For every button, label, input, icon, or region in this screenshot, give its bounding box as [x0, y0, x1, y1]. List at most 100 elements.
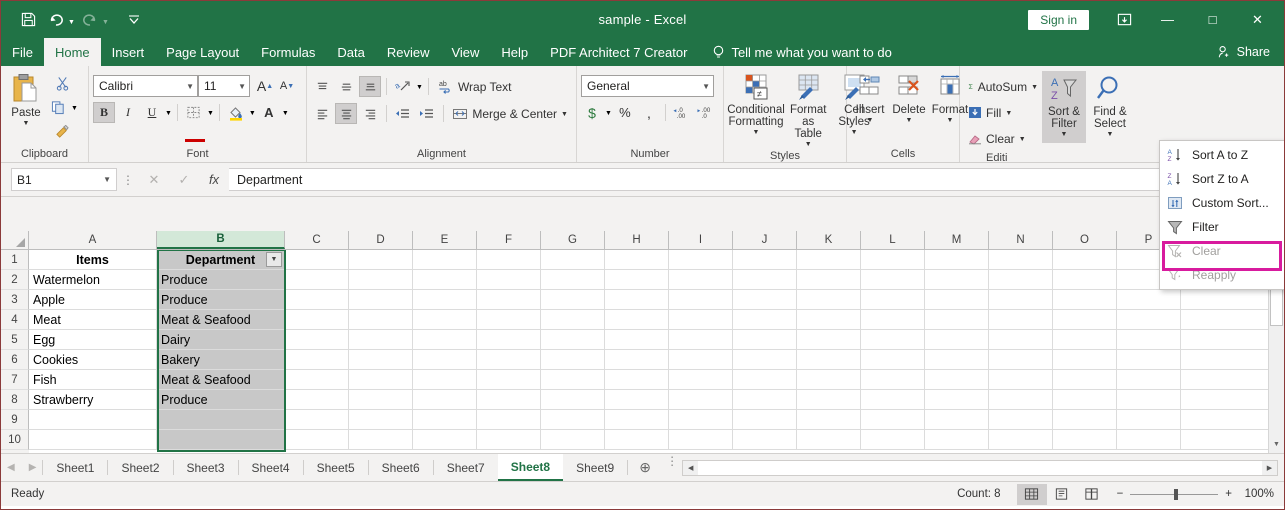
cell-A5[interactable]: Egg — [29, 330, 157, 349]
cell-K7[interactable] — [797, 370, 861, 389]
cell-H1[interactable] — [605, 250, 669, 269]
sheet-tab-sheet3[interactable]: Sheet3 — [174, 454, 238, 481]
cell-G4[interactable] — [541, 310, 605, 329]
confirm-entry-button[interactable]: ✓ — [169, 168, 199, 191]
borders-dropdown-caret[interactable]: ▼ — [207, 110, 214, 117]
cell-C1[interactable] — [285, 250, 349, 269]
clear-button[interactable]: Clear ▼ — [964, 127, 1042, 150]
cell-F8[interactable] — [477, 390, 541, 409]
row-header-6[interactable]: 6 — [1, 350, 29, 370]
cell-H7[interactable] — [605, 370, 669, 389]
merge-center-button[interactable]: Merge & Center ▼ — [448, 102, 572, 125]
cell-I9[interactable] — [669, 410, 733, 429]
cell-K8[interactable] — [797, 390, 861, 409]
cell-N3[interactable] — [989, 290, 1053, 309]
cell-I7[interactable] — [669, 370, 733, 389]
cell-H10[interactable] — [605, 430, 669, 449]
tab-insert[interactable]: Insert — [101, 38, 156, 66]
cell-B8[interactable]: Produce — [157, 390, 285, 409]
horizontal-scrollbar[interactable]: ◀ ▶ — [682, 459, 1278, 476]
share-button[interactable]: Share — [1217, 38, 1284, 66]
cell-E3[interactable] — [413, 290, 477, 309]
next-sheet-arrow-icon[interactable]: ▶ — [29, 462, 37, 473]
column-header-L[interactable]: L — [861, 231, 925, 249]
zoom-control[interactable]: − + — [1107, 488, 1242, 500]
percent-style-button[interactable]: % — [614, 102, 636, 123]
borders-button[interactable] — [183, 102, 205, 123]
row-header-3[interactable]: 3 — [1, 290, 29, 310]
cell-D10[interactable] — [349, 430, 413, 449]
cell-G7[interactable] — [541, 370, 605, 389]
cell-C3[interactable] — [285, 290, 349, 309]
zoom-slider-thumb[interactable] — [1174, 488, 1179, 500]
cell-B3[interactable]: Produce — [157, 290, 285, 309]
cell-F7[interactable] — [477, 370, 541, 389]
cell-O6[interactable] — [1053, 350, 1117, 369]
zoom-slider[interactable] — [1130, 488, 1219, 500]
cell-J6[interactable] — [733, 350, 797, 369]
scroll-down-arrow-icon[interactable]: ▼ — [1269, 436, 1284, 453]
cell-J3[interactable] — [733, 290, 797, 309]
merge-center-dropdown-caret[interactable]: ▼ — [561, 111, 568, 118]
cell-J7[interactable] — [733, 370, 797, 389]
fill-color-dropdown-caret[interactable]: ▼ — [249, 110, 256, 117]
menu-item-custom-sort[interactable]: Custom Sort... — [1160, 191, 1284, 215]
column-header-G[interactable]: G — [541, 231, 605, 249]
cell-F9[interactable] — [477, 410, 541, 429]
cell-C10[interactable] — [285, 430, 349, 449]
font-size-combo[interactable]: 11 ▼ — [198, 75, 250, 97]
sheet-tab-sheet5[interactable]: Sheet5 — [304, 454, 368, 481]
cell-K4[interactable] — [797, 310, 861, 329]
cell-B9[interactable] — [157, 410, 285, 429]
cell-A6[interactable]: Cookies — [29, 350, 157, 369]
cell-B10[interactable] — [157, 430, 285, 449]
scroll-left-arrow-icon[interactable]: ◀ — [683, 460, 699, 475]
ribbon-display-options-icon[interactable] — [1103, 5, 1145, 35]
cell-L7[interactable] — [861, 370, 925, 389]
cell-G1[interactable] — [541, 250, 605, 269]
cell-N6[interactable] — [989, 350, 1053, 369]
cell-B5[interactable]: Dairy — [157, 330, 285, 349]
cell-P8[interactable] — [1117, 390, 1181, 409]
align-bottom-button[interactable] — [359, 76, 381, 97]
cell-F5[interactable] — [477, 330, 541, 349]
sheet-tab-sheet2[interactable]: Sheet2 — [108, 454, 172, 481]
column-header-M[interactable]: M — [925, 231, 989, 249]
cell-N1[interactable] — [989, 250, 1053, 269]
cell-C7[interactable] — [285, 370, 349, 389]
cell-D1[interactable] — [349, 250, 413, 269]
row-header-8[interactable]: 8 — [1, 390, 29, 410]
format-painter-button[interactable] — [47, 121, 78, 142]
cell-O7[interactable] — [1053, 370, 1117, 389]
font-name-combo[interactable]: Calibri ▼ — [93, 75, 198, 97]
close-button[interactable]: ✕ — [1235, 5, 1280, 35]
cell-L3[interactable] — [861, 290, 925, 309]
cell-E5[interactable] — [413, 330, 477, 349]
cell-C8[interactable] — [285, 390, 349, 409]
horizontal-scrollbar-track[interactable] — [698, 460, 1262, 475]
cell-H3[interactable] — [605, 290, 669, 309]
accounting-format-button[interactable]: $ — [581, 102, 603, 123]
cell-J1[interactable] — [733, 250, 797, 269]
align-right-button[interactable] — [359, 103, 381, 124]
sheet-tab-sheet6[interactable]: Sheet6 — [369, 454, 433, 481]
decrease-decimal-button[interactable]: .00 .0 — [695, 102, 717, 123]
cell-G5[interactable] — [541, 330, 605, 349]
find-select-dropdown-caret[interactable]: ▼ — [1107, 131, 1114, 138]
cell-E9[interactable] — [413, 410, 477, 429]
cell-G3[interactable] — [541, 290, 605, 309]
increase-indent-button[interactable] — [416, 103, 438, 124]
cell-N5[interactable] — [989, 330, 1053, 349]
align-top-button[interactable] — [311, 76, 333, 97]
cell-O5[interactable] — [1053, 330, 1117, 349]
sheet-tab-sheet4[interactable]: Sheet4 — [239, 454, 303, 481]
cell-K6[interactable] — [797, 350, 861, 369]
column-header-B[interactable]: B — [157, 231, 285, 249]
cell-A1[interactable]: Items — [29, 250, 157, 269]
cell-D3[interactable] — [349, 290, 413, 309]
cell-P3[interactable] — [1117, 290, 1181, 309]
wrap-text-button[interactable]: ab Wrap Text — [434, 75, 516, 98]
cell-J5[interactable] — [733, 330, 797, 349]
cell-G10[interactable] — [541, 430, 605, 449]
cell-I2[interactable] — [669, 270, 733, 289]
